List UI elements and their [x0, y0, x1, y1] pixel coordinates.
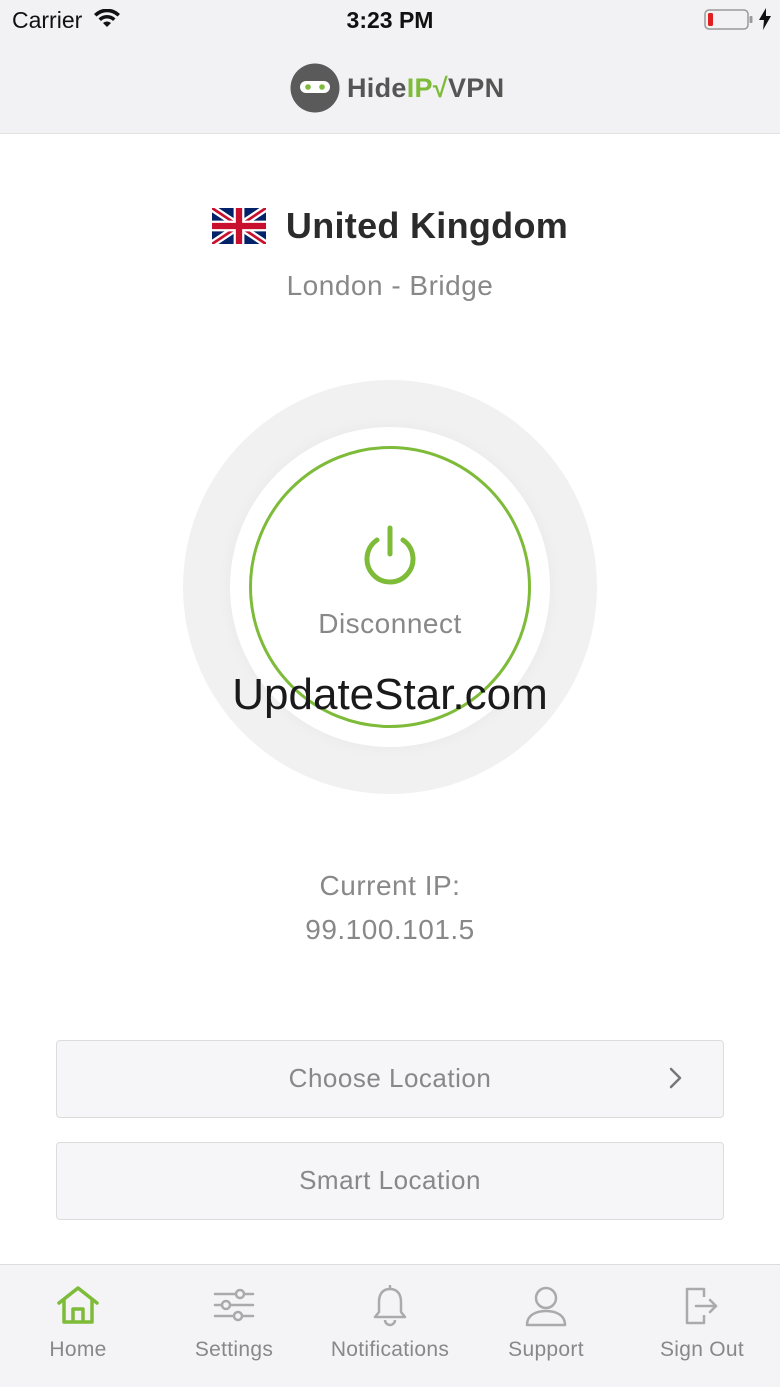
tab-support-label: Support [508, 1338, 584, 1361]
current-ip-value: 99.100.101.5 [305, 914, 475, 945]
status-bar: Carrier 3:23 PM [0, 0, 780, 40]
tab-settings[interactable]: Settings [156, 1265, 312, 1387]
app-header: HideIP√VPN [0, 40, 780, 134]
bell-icon [373, 1285, 407, 1327]
disconnect-label: Disconnect [318, 608, 462, 639]
user-icon [525, 1286, 567, 1327]
logo-check: √ [432, 72, 448, 103]
clock: 3:23 PM [346, 7, 434, 33]
ninja-logo-icon [290, 63, 340, 113]
tab-bar: Home Settings Notifications Support Sign… [0, 1264, 780, 1387]
charging-icon [759, 8, 771, 30]
chevron-right-icon [669, 1067, 682, 1089]
country-name: United Kingdom [285, 205, 569, 246]
choose-location-button[interactable]: Choose Location [56, 1040, 724, 1118]
location-title: United Kingdom [0, 205, 780, 247]
tab-home-label: Home [49, 1338, 107, 1361]
logo-prefix: Hide [347, 72, 407, 103]
power-icon [364, 525, 416, 585]
logo-ip: IP [406, 72, 433, 103]
logo-suffix: VPN [447, 72, 505, 103]
tab-notifications[interactable]: Notifications [312, 1265, 468, 1387]
tab-home[interactable]: Home [0, 1265, 156, 1387]
uk-flag-icon [211, 208, 266, 244]
logo-text: HideIP√VPN [347, 73, 504, 104]
sliders-icon [213, 1288, 255, 1322]
watermark: UpdateStar.com [232, 670, 548, 719]
home-icon [57, 1286, 99, 1324]
tab-settings-label: Settings [194, 1338, 274, 1361]
choose-location-label: Choose Location [288, 1063, 492, 1093]
tab-support[interactable]: Support [468, 1265, 624, 1387]
app-logo: HideIP√VPN [290, 62, 504, 114]
tab-notifications-label: Notifications [330, 1338, 450, 1361]
sign-out-icon [685, 1287, 718, 1325]
current-ip-label: Current IP: [319, 870, 461, 901]
tab-sign-out[interactable]: Sign Out [624, 1265, 780, 1387]
smart-location-button[interactable]: Smart Location [56, 1142, 724, 1220]
city-name: London - Bridge [286, 270, 494, 301]
tab-sign-out-label: Sign Out [659, 1338, 745, 1361]
smart-location-label: Smart Location [299, 1165, 481, 1195]
battery-icon [704, 9, 753, 30]
